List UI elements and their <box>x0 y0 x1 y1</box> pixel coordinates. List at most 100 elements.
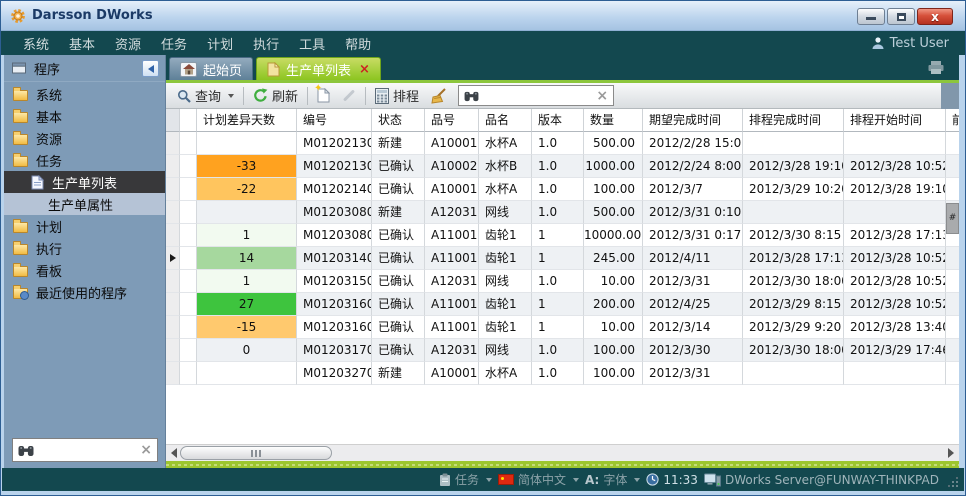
cell-item_name[interactable]: 水杯A <box>479 132 532 155</box>
cell-item_name[interactable]: 水杯A <box>479 178 532 201</box>
cell-marker[interactable] <box>166 362 180 385</box>
cell-sched_end[interactable]: 2012/3/30 18:00 <box>743 270 844 293</box>
toolbar-search-input[interactable] <box>483 88 591 104</box>
cell-version[interactable]: 1.0 <box>532 155 584 178</box>
cell-qty[interactable]: 10.00 <box>584 316 643 339</box>
cell-version[interactable]: 1.0 <box>532 362 584 385</box>
cell-item_no[interactable]: A11001 <box>425 293 479 316</box>
font-menu[interactable]: A: 字体 <box>585 471 640 488</box>
cell-item_no[interactable]: A12031 <box>425 339 479 362</box>
cell-status[interactable]: 新建 <box>372 362 425 385</box>
cell-status[interactable]: 新建 <box>372 201 425 224</box>
cell-qty[interactable]: 100.00 <box>584 339 643 362</box>
column-header-no[interactable]: 编号 <box>297 109 372 132</box>
cell-spacer[interactable] <box>180 270 197 293</box>
cell-version[interactable]: 1 <box>532 316 584 339</box>
task-menu[interactable]: 任务 <box>439 471 492 488</box>
clean-button[interactable] <box>425 85 454 107</box>
cell-no[interactable]: M012030801 <box>297 201 372 224</box>
cell-marker[interactable] <box>166 247 180 270</box>
cell-extra[interactable] <box>946 155 959 178</box>
column-header-sched_start[interactable]: 排程开始时间 <box>844 109 946 132</box>
cell-item_name[interactable]: 齿轮1 <box>479 247 532 270</box>
cell-version[interactable]: 1.0 <box>532 178 584 201</box>
cell-extra[interactable] <box>946 178 959 201</box>
cell-item_name[interactable]: 水杯B <box>479 155 532 178</box>
cell-item_no[interactable]: A10001 <box>425 132 479 155</box>
cell-marker[interactable] <box>166 316 180 339</box>
cell-diff[interactable]: -33 <box>197 155 297 178</box>
refresh-button[interactable]: 刷新 <box>247 85 304 107</box>
cell-marker[interactable] <box>166 201 180 224</box>
cell-diff[interactable]: 27 <box>197 293 297 316</box>
cell-status[interactable]: 已确认 <box>372 224 425 247</box>
sidebar-item[interactable]: 基本 <box>4 105 165 127</box>
column-header-status[interactable]: 状态 <box>372 109 425 132</box>
cell-marker[interactable] <box>166 293 180 316</box>
table-row[interactable]: -22M012021401已确认A10001水杯A1.0100.002012/3… <box>166 178 959 201</box>
cell-due[interactable]: 2012/3/30 <box>643 339 743 362</box>
cell-sched_start[interactable]: 2012/3/28 10:52 <box>844 293 946 316</box>
column-header-item_no[interactable]: 品号 <box>425 109 479 132</box>
cell-extra[interactable] <box>946 132 959 155</box>
cell-due[interactable]: 2012/3/7 <box>643 178 743 201</box>
horizontal-scrollbar-thumb[interactable] <box>180 446 332 460</box>
cell-item_no[interactable]: A10001 <box>425 178 479 201</box>
cell-marker[interactable] <box>166 224 180 247</box>
table-row[interactable]: 1M012030802已确认A11001齿轮1110000.002012/3/3… <box>166 224 959 247</box>
sidebar-item[interactable]: 看板 <box>4 259 165 281</box>
cell-version[interactable]: 1.0 <box>532 132 584 155</box>
cell-item_no[interactable]: A11001 <box>425 247 479 270</box>
column-header-version[interactable]: 版本 <box>532 109 584 132</box>
vertical-scrollbar-thumb[interactable]: # <box>946 203 959 234</box>
cell-status[interactable]: 已确认 <box>372 155 425 178</box>
cell-diff[interactable]: 1 <box>197 224 297 247</box>
tab-close-icon[interactable]: × <box>359 63 370 76</box>
scroll-left-arrow-icon[interactable] <box>171 448 177 458</box>
cell-diff[interactable] <box>197 201 297 224</box>
clear-search-icon[interactable]: × <box>135 443 157 457</box>
menu-item[interactable]: 工具 <box>299 34 325 53</box>
cell-no[interactable]: M012031402 <box>297 247 372 270</box>
cell-diff[interactable]: 14 <box>197 247 297 270</box>
menu-item[interactable]: 帮助 <box>345 34 371 53</box>
cell-diff[interactable]: 0 <box>197 339 297 362</box>
resize-grip[interactable] <box>956 485 958 487</box>
cell-no[interactable]: M012021301 <box>297 132 372 155</box>
cell-spacer[interactable] <box>180 155 197 178</box>
cell-diff[interactable] <box>197 362 297 385</box>
cell-item_no[interactable]: A10001 <box>425 362 479 385</box>
menu-item[interactable]: 计划 <box>207 34 233 53</box>
sidebar-item[interactable]: 计划 <box>4 215 165 237</box>
table-row[interactable]: M012021301新建A10001水杯A1.0500.002012/2/28 … <box>166 132 959 155</box>
tab-production-order-list[interactable]: 生产单列表 × <box>256 57 381 80</box>
cell-sched_end[interactable]: 2012/3/29 8:15 <box>743 293 844 316</box>
menu-item[interactable]: 任务 <box>161 34 187 53</box>
cell-sched_end[interactable]: 2012/3/30 18:00 <box>743 339 844 362</box>
cell-item_name[interactable]: 齿轮1 <box>479 316 532 339</box>
cell-status[interactable]: 已确认 <box>372 270 425 293</box>
query-button[interactable]: 查询 <box>171 85 240 107</box>
cell-diff[interactable]: -15 <box>197 316 297 339</box>
cell-item_no[interactable]: A10002 <box>425 155 479 178</box>
column-header-due[interactable]: 期望完成时间 <box>643 109 743 132</box>
sidebar-item[interactable]: 资源 <box>4 127 165 149</box>
cell-item_no[interactable]: A11001 <box>425 316 479 339</box>
cell-due[interactable]: 2012/3/31 <box>643 362 743 385</box>
cell-due[interactable]: 2012/4/11 <box>643 247 743 270</box>
cell-sched_end[interactable]: 2012/3/28 17:13 <box>743 247 844 270</box>
column-header-diff[interactable]: 计划差异天数 <box>197 109 297 132</box>
sidebar-item[interactable]: 执行 <box>4 237 165 259</box>
cell-no[interactable]: M012031601 <box>297 293 372 316</box>
cell-due[interactable]: 2012/2/28 15:00 <box>643 132 743 155</box>
cell-diff[interactable]: 1 <box>197 270 297 293</box>
cell-status[interactable]: 已确认 <box>372 178 425 201</box>
sidebar-item[interactable]: 生产单列表 <box>4 171 165 193</box>
cell-sched_end[interactable]: 2012/3/29 9:20 <box>743 316 844 339</box>
cell-due[interactable]: 2012/4/25 <box>643 293 743 316</box>
cell-spacer[interactable] <box>180 316 197 339</box>
cell-no[interactable]: M012031602 <box>297 316 372 339</box>
cell-due[interactable]: 2012/3/31 0:17 <box>643 224 743 247</box>
sidebar-item[interactable]: 生产单属性 <box>4 193 165 215</box>
cell-marker[interactable] <box>166 178 180 201</box>
